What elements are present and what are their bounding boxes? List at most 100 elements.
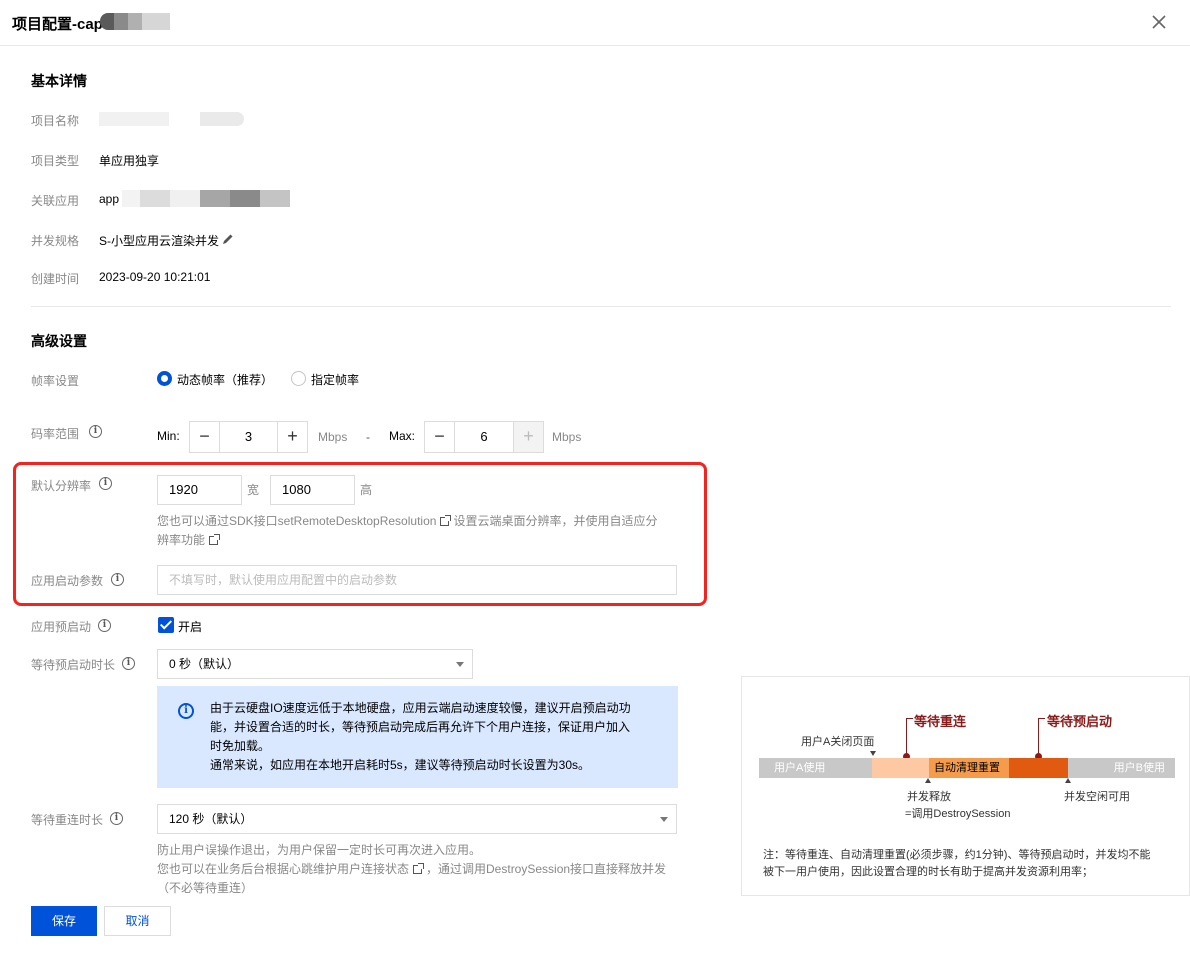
redaction-block xyxy=(170,190,200,207)
max-bitrate-value[interactable]: 6 xyxy=(456,422,512,452)
wait-reconnect-line xyxy=(906,718,913,719)
redacted-title-suffix xyxy=(100,13,172,30)
wait-reconnect-title: 等待重连 xyxy=(914,714,967,729)
reconnect-hint: 防止用户误操作退出，为用户保留一定时长可再次进入应用。 您也可以在业务后台根据心… xyxy=(157,841,687,898)
external-link-icon[interactable] xyxy=(413,863,425,874)
radio-dynamic-frame-rate[interactable] xyxy=(157,371,172,386)
resolution-hint-text: 您也可以通过SDK接口setRemoteDesktopResolution xyxy=(157,514,437,528)
min-bitrate-value[interactable]: 3 xyxy=(221,422,276,452)
prestart-wait-label: 等待预启动时长 xyxy=(31,658,116,672)
frame-rate-label: 帧率设置 xyxy=(31,374,80,388)
wait-prestart-title: 等待预启动 xyxy=(1047,714,1113,729)
segment-auto-clean: 自动清理重置 xyxy=(929,758,1009,778)
arrow-up-icon xyxy=(1065,778,1071,783)
project-type-value: 单应用独享 xyxy=(99,154,160,168)
radio-fixed-frame-rate[interactable] xyxy=(291,371,306,386)
bitrate-info-icon[interactable]: i xyxy=(89,425,102,438)
chevron-down-icon xyxy=(660,817,668,822)
prestart-wait-select[interactable]: 0 秒（默认） xyxy=(157,649,473,679)
resolution-hint-text: 辨率功能 xyxy=(157,533,206,547)
created-time-label: 创建时间 xyxy=(31,272,80,286)
timeline-diagram: 等待重连 等待预启动 用户A关闭页面 用户A使用 自动清理重置 用户B使用 并发… xyxy=(741,676,1190,896)
close-icon[interactable] xyxy=(1148,11,1170,33)
redaction-block xyxy=(122,190,140,207)
range-separator: - xyxy=(366,430,370,444)
diagram-note-line: 被下一用户使用，因此设置合理的时长有助于提高并发资源利用率； xyxy=(763,866,1093,878)
notice-line: 通常来说，如应用在本地开启耗时5s，建议等待预启动时长设置为30s。 xyxy=(210,758,591,772)
min-increment-button[interactable]: + xyxy=(277,422,307,452)
notice-text: 由于云硬盘IO速度远低于本地硬盘，应用云端启动速度较慢，建议开启预启动功 能，并… xyxy=(210,699,650,775)
reconnect-hint-text: ，通过调用DestroySession接口直接释放并发 xyxy=(426,862,667,876)
reconnect-hint-line: 防止用户误操作退出，为用户保留一定时长可再次进入应用。 xyxy=(157,843,482,857)
arrow-down-icon xyxy=(870,751,876,756)
chevron-down-icon xyxy=(456,662,464,667)
prestart-info-icon[interactable]: i xyxy=(98,619,111,632)
external-link-icon[interactable] xyxy=(209,534,221,545)
max-decrement-button[interactable]: − xyxy=(425,422,455,452)
dialog-header: 项目配置-cap xyxy=(0,0,1190,46)
concurrency-value: S-小型应用云渲染并发 xyxy=(99,234,220,248)
resolution-hint-text: 设置云端桌面分辨率，并使用自适应分 xyxy=(453,514,658,528)
info-icon: i xyxy=(178,703,194,719)
launch-params-input[interactable]: 不填写时，默认使用应用配置中的启动参数 xyxy=(157,565,677,595)
resolution-width-input[interactable]: 1920 xyxy=(157,475,242,505)
segment-wait-prestart xyxy=(1009,758,1068,778)
edit-pencil-icon[interactable] xyxy=(222,233,234,245)
reconnect-label: 等待重连时长 xyxy=(31,813,104,827)
concurrency-label: 并发规格 xyxy=(31,234,80,248)
notice-line: 由于云硬盘IO速度远低于本地硬盘，应用云端启动速度较慢，建议开启预启动功 xyxy=(210,701,631,715)
redaction-block xyxy=(142,13,170,30)
linked-app-label: 关联应用 xyxy=(31,194,80,208)
max-unit: Mbps xyxy=(552,430,582,444)
max-label: Max: xyxy=(389,429,416,443)
max-increment-button[interactable]: + xyxy=(513,422,543,452)
redaction-block xyxy=(128,13,142,30)
resolution-height-input[interactable]: 1080 xyxy=(270,475,355,505)
width-unit: 宽 xyxy=(247,483,260,497)
prestart-checkbox-label[interactable]: 开启 xyxy=(178,618,202,635)
radio-fixed-frame-rate-label[interactable]: 指定帧率 xyxy=(311,371,359,388)
resolution-hint: 您也可以通过SDK接口setRemoteDesktopResolution 设置云… xyxy=(157,512,677,550)
cancel-button[interactable]: 取消 xyxy=(104,906,171,936)
redacted-project-name xyxy=(99,112,169,126)
user-a-close-label: 用户A关闭页面 xyxy=(801,736,875,748)
launch-params-info-icon[interactable]: i xyxy=(111,573,124,586)
min-bitrate-stepper[interactable]: − 3 + xyxy=(189,421,308,453)
reconnect-info-icon[interactable]: i xyxy=(110,812,123,825)
project-name-label: 项目名称 xyxy=(31,114,80,128)
launch-params-label: 应用启动参数 xyxy=(31,574,104,588)
radio-dynamic-frame-rate-label[interactable]: 动态帧率（推荐） xyxy=(177,371,273,388)
diagram-note-line: 注：等待重连、自动清理重置(必须步骤，约1分钟)、等待预启动时，并发均不能 xyxy=(763,849,1151,861)
reconnect-select[interactable]: 120 秒（默认） xyxy=(157,804,677,834)
advanced-section-title: 高级设置 xyxy=(31,333,87,349)
wait-prestart-line xyxy=(1038,718,1045,719)
reconnect-hint-text: 您也可以在业务后台根据心跳维护用户连接状态 xyxy=(157,862,410,876)
max-bitrate-stepper[interactable]: − 6 + xyxy=(424,421,544,453)
external-link-icon[interactable] xyxy=(440,515,452,526)
arrow-up-icon xyxy=(925,778,931,783)
prestart-wait-info-icon[interactable]: i xyxy=(122,657,135,670)
created-time-value: 2023-09-20 10:21:01 xyxy=(99,270,211,284)
height-unit: 高 xyxy=(360,483,373,497)
min-decrement-button[interactable]: − xyxy=(190,422,220,452)
idle-available-label: 并发空闲可用 xyxy=(1064,791,1130,803)
prestart-checkbox[interactable] xyxy=(158,617,174,633)
redacted-project-name xyxy=(200,112,244,126)
basic-section-title: 基本详情 xyxy=(31,73,87,89)
project-type-label: 项目类型 xyxy=(31,154,80,168)
bitrate-label: 码率范围 xyxy=(31,427,80,441)
section-divider xyxy=(31,306,1171,307)
reconnect-hint-line: 您也可以在业务后台根据心跳维护用户连接状态 ，通过调用DestroySession… xyxy=(157,860,687,879)
destroy-session-label: =调用DestroySession xyxy=(905,808,1011,820)
resolution-info-icon[interactable]: i xyxy=(99,477,112,490)
prestart-notice: i 由于云硬盘IO速度远低于本地硬盘，应用云端启动速度较慢，建议开启预启动功 能… xyxy=(157,686,678,788)
segment-wait-reconnect xyxy=(872,758,929,778)
dialog-title: 项目配置-cap xyxy=(12,16,103,33)
notice-line: 时免加载。 xyxy=(210,739,271,753)
segment-user-a: 用户A使用 xyxy=(759,758,872,778)
redaction-block xyxy=(200,190,230,207)
save-button[interactable]: 保存 xyxy=(31,906,97,936)
notice-line: 能，并设置合适的时长，等待预启动完成后再允许下个用户连接，保证用户加入 xyxy=(210,720,631,734)
wait-reconnect-line xyxy=(906,718,907,756)
min-unit: Mbps xyxy=(318,430,348,444)
